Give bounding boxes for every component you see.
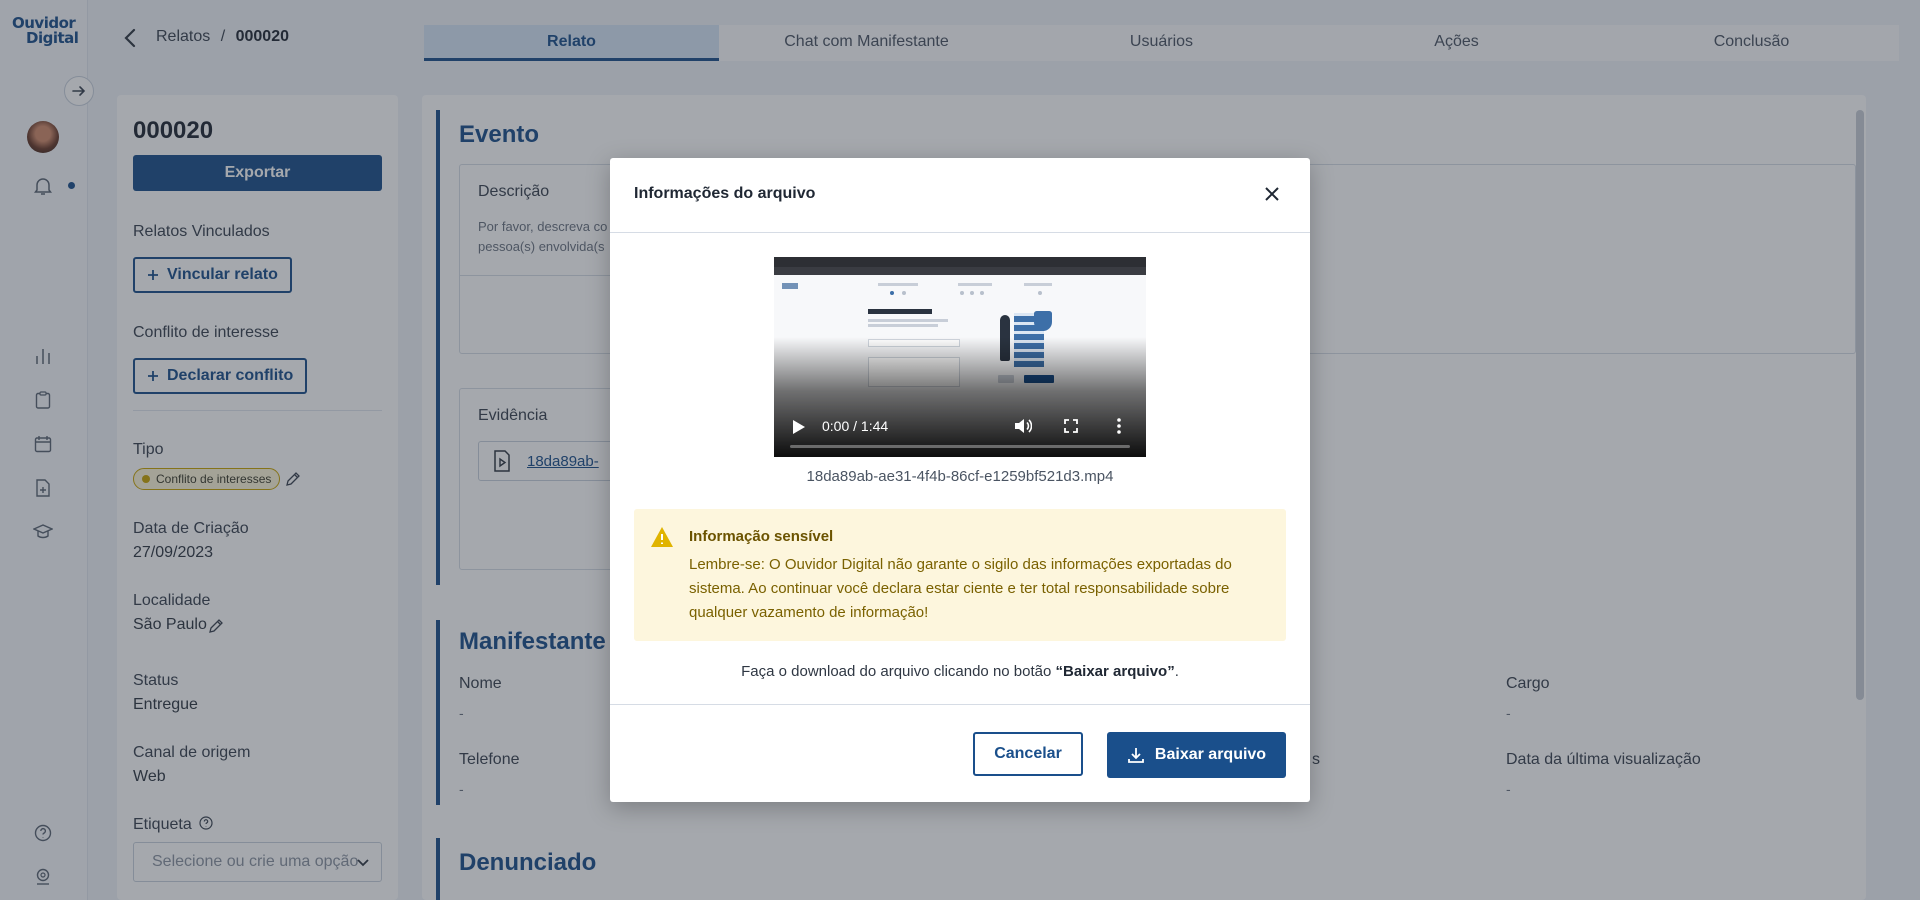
- divider: [610, 704, 1310, 705]
- download-hint-prefix: Faça o download do arquivo clicando no b…: [741, 663, 1056, 680]
- video-frame-step-dot: [902, 291, 906, 295]
- video-frame-browser-bar: [774, 257, 1146, 267]
- file-info-modal: Informações do arquivo 0:00 / 1:44 18da8…: [610, 158, 1310, 802]
- download-hint-button-name: “Baixar arquivo”: [1055, 663, 1175, 680]
- divider: [610, 232, 1310, 233]
- video-frame-step-dot: [960, 291, 964, 295]
- video-frame-step-dot: [980, 291, 984, 295]
- video-frame-text: [958, 283, 992, 286]
- video-frame-address-bar: [774, 267, 1146, 275]
- fullscreen-icon: [1064, 419, 1078, 433]
- video-frame-step-dot: [890, 291, 894, 295]
- download-file-label: Baixar arquivo: [1154, 746, 1267, 763]
- modal-title: Informações do arquivo: [634, 185, 816, 202]
- video-frame-text: [1024, 283, 1052, 286]
- play-icon[interactable]: [792, 419, 806, 435]
- more-options-button[interactable]: [1108, 415, 1130, 437]
- download-icon: [1128, 748, 1144, 763]
- video-frame-step-dot: [1038, 291, 1042, 295]
- close-button[interactable]: [1260, 182, 1284, 206]
- file-name: 18da89ab-ae31-4f4b-86cf-e1259bf521d3.mp4: [806, 468, 1114, 485]
- video-frame-heading: [868, 309, 932, 314]
- volume-icon: [1015, 419, 1032, 433]
- video-frame-illustration: [1034, 311, 1052, 331]
- close-icon: [1265, 187, 1279, 201]
- video-frame-text: [868, 319, 948, 322]
- download-file-button[interactable]: Baixar arquivo: [1107, 732, 1286, 778]
- alert-text: Lembre-se: O Ouvidor Digital não garante…: [689, 556, 1232, 621]
- video-controls: 0:00 / 1:44: [774, 397, 1146, 457]
- download-hint-suffix: .: [1174, 663, 1179, 680]
- warning-icon: [651, 527, 673, 547]
- sensitive-info-alert: Informação sensível Lembre-se: O Ouvidor…: [634, 509, 1286, 641]
- video-frame-logo: [782, 283, 798, 289]
- volume-button[interactable]: [1012, 415, 1034, 437]
- fullscreen-button[interactable]: [1060, 415, 1082, 437]
- cancel-button[interactable]: Cancelar: [973, 732, 1083, 776]
- download-hint: Faça o download do arquivo clicando no b…: [610, 663, 1310, 680]
- video-time: 0:00 / 1:44: [822, 418, 889, 434]
- alert-title: Informação sensível: [689, 528, 834, 545]
- video-frame-text: [868, 324, 938, 327]
- video-frame-step-dot: [970, 291, 974, 295]
- video-progress-bar[interactable]: [790, 445, 1130, 448]
- video-player[interactable]: 0:00 / 1:44: [774, 257, 1146, 457]
- more-vertical-icon: [1117, 418, 1121, 434]
- video-frame-text: [878, 283, 918, 286]
